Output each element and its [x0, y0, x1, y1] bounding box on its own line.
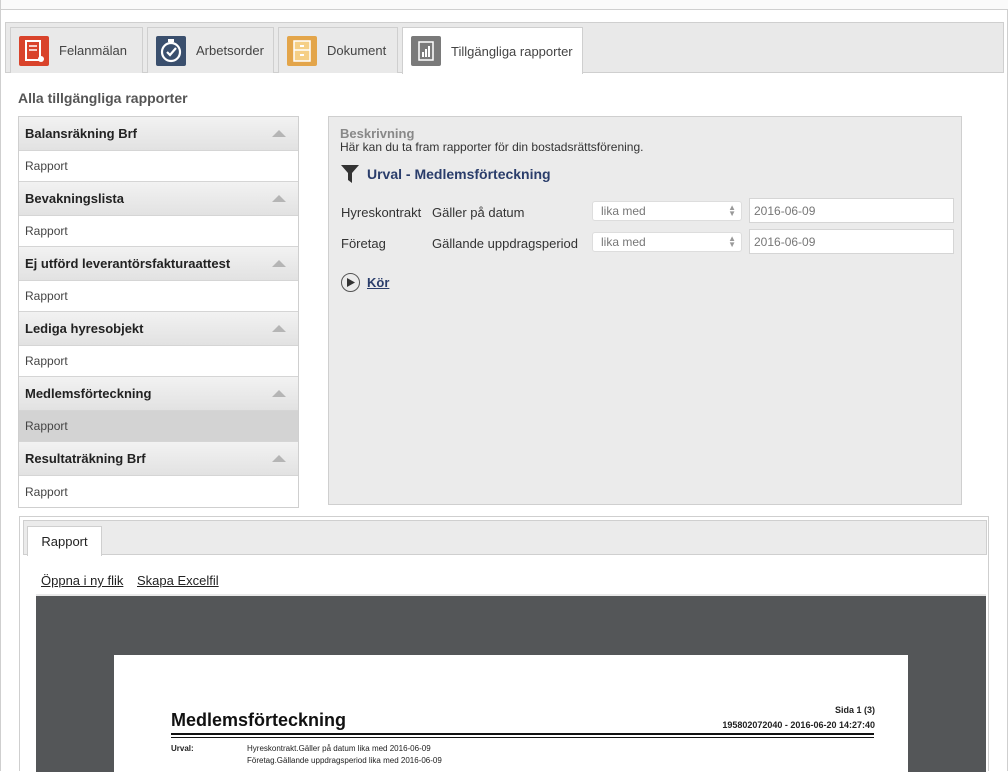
operator-select-value: lika med [601, 235, 646, 249]
tab-label: Dokument [327, 43, 387, 58]
accordion-header-label: Bevakningslista [25, 191, 124, 206]
description-text: Här kan du ta fram rapporter för din bos… [340, 140, 644, 154]
main-tab-bar: Felanmälan Arbetsorder Dokument Tillgäng… [5, 22, 1004, 74]
date-input[interactable]: 2016-06-09 [749, 198, 954, 223]
tab-dokument[interactable]: Dokument [278, 27, 398, 73]
run-label: Kör [367, 275, 390, 290]
work-order-icon [156, 35, 186, 66]
description-panel: Beskrivning Här kan du ta fram rapporter… [328, 116, 962, 505]
document-rule [171, 737, 874, 738]
accordion-item-rapport[interactable]: Rapport [19, 151, 298, 182]
report-accordion: Balansräkning Brf Rapport Bevakningslist… [18, 116, 299, 508]
collapse-triangle-icon[interactable] [272, 195, 286, 202]
accordion-header-label: Resultaträkning Brf [25, 451, 146, 466]
filter-field: Gäller på datum [432, 204, 525, 220]
report-panel: Rapport Öppna i ny flik Skapa Excelfil M… [19, 516, 989, 775]
tab-label: Arbetsorder [196, 43, 264, 58]
filter-icon [341, 165, 359, 183]
section-title: Alla tillgängliga rapporter [18, 90, 188, 106]
operator-select[interactable]: lika med ▲ ▼ [592, 201, 742, 221]
collapse-triangle-icon[interactable] [272, 260, 286, 267]
create-excel-link[interactable]: Skapa Excelfil [137, 573, 219, 588]
accordion-header-balansrakning[interactable]: Balansräkning Brf [19, 117, 298, 151]
tab-arbetsorder[interactable]: Arbetsorder [147, 27, 274, 73]
report-tab-bar: Rapport [23, 520, 987, 556]
tab-felanmalan[interactable]: Felanmälan [10, 27, 143, 73]
top-bar [1, 0, 1008, 10]
document-icon [287, 35, 317, 66]
tab-label: Felanmälan [59, 43, 127, 58]
accordion-header-label: Lediga hyresobjekt [25, 321, 144, 336]
filter-row: Företag Gällande uppdragsperiod [341, 231, 592, 255]
select-arrows-icon: ▲ ▼ [728, 234, 736, 249]
filter-field: Gällande uppdragsperiod [432, 235, 578, 251]
accordion-header-label: Ej utförd leverantörsfakturaattest [25, 256, 231, 271]
tab-tillgangliga-rapporter[interactable]: Tillgängliga rapporter [402, 27, 583, 74]
urval-title: Urval - Medlemsförteckning [367, 166, 551, 182]
app-frame: Felanmälan Arbetsorder Dokument Tillgäng… [0, 0, 1008, 775]
page-number: Sida 1 (3) [834, 705, 875, 715]
accordion-header-label: Balansräkning Brf [25, 126, 137, 141]
report-viewer[interactable]: Medlemsförteckning Sida 1 (3) 1958020720… [36, 594, 986, 775]
operator-select[interactable]: lika med ▲ ▼ [592, 232, 742, 252]
filter-row: Hyreskontrakt Gäller på datum [341, 200, 592, 224]
accordion-header-lediga-hyresobjekt[interactable]: Lediga hyresobjekt [19, 312, 298, 346]
fault-report-icon [19, 35, 49, 66]
report-links: Öppna i ny flik Skapa Excelfil [41, 573, 229, 588]
tab-label: Tillgängliga rapporter [451, 43, 573, 59]
collapse-triangle-icon[interactable] [272, 455, 286, 462]
filter-entity: Företag [341, 235, 386, 251]
document-meta: 195802072040 - 2016-06-20 14:27:40 [722, 720, 875, 730]
operator-select-value: lika med [601, 204, 646, 218]
urval-heading: Urval - Medlemsförteckning [341, 164, 551, 184]
play-circle-icon [341, 273, 360, 292]
accordion-header-ej-utford[interactable]: Ej utförd leverantörsfakturaattest [19, 247, 298, 281]
accordion-header-label: Medlemsförteckning [25, 386, 152, 401]
description-title: Beskrivning [340, 126, 415, 141]
accordion-item-rapport[interactable]: Rapport [19, 476, 298, 507]
date-input[interactable]: 2016-06-09 [749, 229, 954, 254]
accordion-header-bevakningslista[interactable]: Bevakningslista [19, 182, 298, 216]
accordion-item-rapport-selected[interactable]: Rapport [19, 411, 298, 442]
open-new-tab-link[interactable]: Öppna i ny flik [41, 573, 123, 588]
urval-line: Hyreskontrakt.Gäller på datum lika med 2… [247, 744, 431, 753]
accordion-header-resultatrakning[interactable]: Resultaträkning Brf [19, 442, 298, 476]
accordion-item-rapport[interactable]: Rapport [19, 216, 298, 247]
report-page: Medlemsförteckning Sida 1 (3) 1958020720… [114, 655, 908, 775]
tab-rapport[interactable]: Rapport [27, 526, 102, 556]
accordion-item-rapport[interactable]: Rapport [19, 346, 298, 377]
report-icon [411, 36, 441, 66]
select-arrows-icon: ▲ ▼ [728, 203, 736, 218]
document-rule [171, 733, 874, 735]
accordion-header-medlemsforteckning[interactable]: Medlemsförteckning [19, 377, 298, 411]
collapse-triangle-icon[interactable] [272, 390, 286, 397]
collapse-triangle-icon[interactable] [272, 325, 286, 332]
accordion-item-rapport[interactable]: Rapport [19, 281, 298, 312]
collapse-triangle-icon[interactable] [272, 130, 286, 137]
urval-label: Urval: [171, 744, 194, 753]
filter-entity: Hyreskontrakt [341, 204, 422, 220]
document-title: Medlemsförteckning [171, 710, 347, 730]
urval-line: Företag.Gällande uppdragsperiod lika med… [247, 756, 442, 765]
run-button[interactable]: Kör [341, 273, 389, 292]
